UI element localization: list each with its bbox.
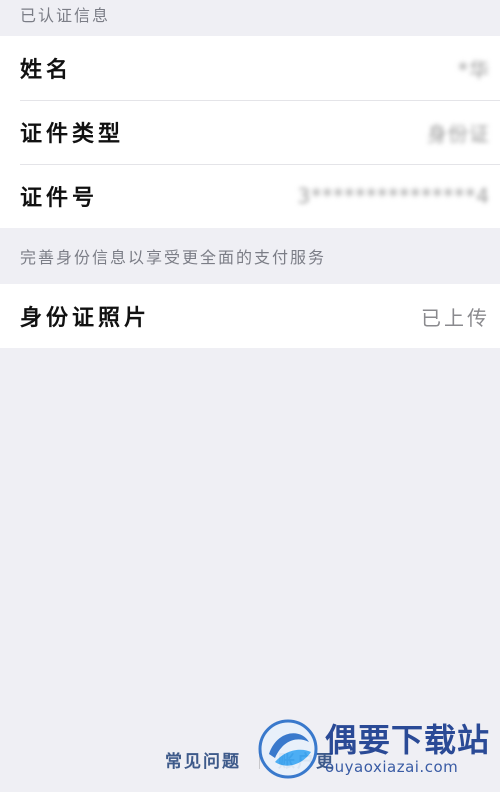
- watermark: 偶要下载站 ouyaoxiazai.com: [257, 718, 490, 780]
- id-number-value: 3***************4: [297, 184, 490, 208]
- verified-info-group: 姓名 *华 证件类型 身份证 证件号 3***************4: [0, 36, 500, 228]
- id-type-label: 证件类型: [20, 121, 125, 147]
- id-photo-label: 身份证照片: [20, 305, 151, 331]
- id-number-label: 证件号: [20, 185, 99, 211]
- improve-info-header: 完善身份信息以享受更全面的支付服务: [20, 248, 327, 267]
- identity-info-page: 已认证信息 姓名 *华 证件类型 身份证 证件号 3**************…: [0, 0, 500, 792]
- watermark-logo-icon: [258, 719, 318, 779]
- name-value: *华: [458, 57, 490, 82]
- improve-info-group: 身份证照片 已上传: [0, 284, 500, 348]
- id-type-row: 证件类型 身份证: [0, 100, 500, 164]
- watermark-title: 偶要下载站: [324, 721, 490, 759]
- name-row: 姓名 *华: [0, 36, 500, 100]
- id-type-value: 身份证: [427, 121, 490, 146]
- id-photo-status: 已上传: [421, 305, 490, 330]
- id-photo-row[interactable]: 身份证照片 已上传: [0, 284, 500, 348]
- name-label: 姓名: [20, 57, 73, 83]
- id-number-row: 证件号 3***************4: [0, 164, 500, 228]
- verified-info-header: 已认证信息: [20, 6, 111, 25]
- watermark-text: 偶要下载站 ouyaoxiazai.com: [325, 722, 490, 776]
- watermark-url: ouyaoxiazai.com: [324, 758, 459, 776]
- faq-link[interactable]: 常见问题: [165, 747, 241, 772]
